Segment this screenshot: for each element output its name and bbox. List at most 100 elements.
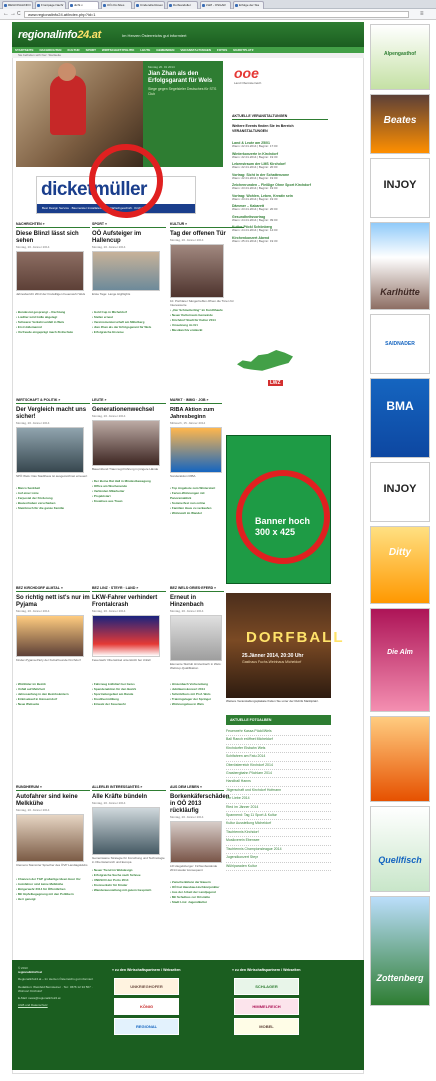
article-link[interactable]: Musikarchiv entdeckt [170,328,244,333]
article-image[interactable] [16,251,84,291]
article-image[interactable] [16,427,84,473]
browser-tab[interactable]: Cinderella Rosen [134,1,165,9]
article-title[interactable]: Borkenkäferschäden in OÖ 2013 rückläufig [170,794,229,815]
article-image[interactable] [92,615,160,657]
sidebar-ad[interactable]: SAIDNADER [370,314,430,374]
events-intro[interactable]: Weitere Events finden Sie im Bereich VER… [232,124,328,133]
event-item[interactable]: Kirchenkonzert Abend Wann: 25.01.2014 | B… [232,236,328,244]
partner-ad[interactable]: SCHLAGER [234,978,299,995]
hero-title[interactable]: Jian Zhan als den Erfolgsgarant für Wels [148,71,220,85]
album-link[interactable]: Kirchdorfer Eisbahn Wels [226,745,331,754]
album-link[interactable]: Tischtennis Kirchdorf [226,829,331,838]
dorfball-poster[interactable]: DORFBALL 25.Jänner 2014, 20:30 Uhr Gasth… [226,593,343,698]
column-heading[interactable]: BEZ KIRCHDORF ALMTAL » [16,586,90,592]
back-arrow-icon[interactable]: ← [3,11,9,17]
poster-note[interactable]: Weitere Veranstaltungsplakate finden Sie… [226,699,331,703]
partner-ad[interactable]: REGIONAL [114,1018,179,1035]
article-link[interactable]: Vorfreude eingeprägt mach Zivilschule [16,330,90,335]
column-heading[interactable]: NACHRICHTEN » [16,222,90,228]
article-image[interactable] [92,807,160,855]
event-item[interactable]: Winterkonzerte in Kirchdorf Wann: 22.01.2… [232,152,328,160]
album-link[interactable]: Jugendkonzert Steyr [226,854,331,863]
article-link[interactable]: Wohnungsbau in Wels [170,702,224,707]
article-title[interactable]: OÖ Aufsteiger im Hallencup [92,231,166,245]
sidebar-ad[interactable]: INJOY [370,462,430,522]
album-link[interactable]: Zur Liebe 2014 [226,795,331,804]
album-link[interactable]: Ried im Jänner 2014 [226,804,331,813]
event-item[interactable]: Vortrag: Wohlen, Leben, Kreativ sein Wann… [232,194,328,202]
article-link[interactable]: Ferien-Wohnungen mit Panoramablick [170,491,222,501]
album-link[interactable]: Ball Ranch eröffnet Micheldorf [226,736,331,745]
album-link[interactable]: Tischtennis Championsleague 2014 [226,846,331,855]
sidebar-ad[interactable]: Beates [370,94,430,154]
column-heading[interactable]: SPORT » [92,222,166,228]
article-title[interactable]: So richtig nett ist's nur im Pyjama [16,595,90,609]
event-item[interactable]: Dämmer – Kabarett Wann: 23.01.2014 | Begi… [232,204,328,212]
browser-tab[interactable]: Frontpage Nachr [35,1,66,9]
forward-arrow-icon[interactable]: → [10,11,16,17]
article-title[interactable]: Autofahrer sind keine Melkkühe [16,794,90,808]
article-link[interactable]: Herr geneigt [16,897,90,902]
column-heading[interactable]: MARKT · IMMO · JOB » [170,398,222,404]
event-item[interactable]: Kultur-Pöckl Schönberg Wann: 24.01.2014 |… [232,225,328,233]
article-title[interactable]: Alle Kräfte bündeln [92,794,166,801]
menu-icon[interactable]: ≡ [420,11,424,17]
event-item[interactable]: Lebenstraum der LMS Kirchdorf Wann: 22.01… [232,162,328,170]
site-logo[interactable]: regionalinfo24.at [18,29,101,41]
footer-impressum-link[interactable]: AGB und Datenschutz [18,1003,98,1007]
article-title[interactable]: Erneut in Hinzenbach [170,595,224,609]
sidebar-ad[interactable]: Karlhütte [370,222,430,310]
browser-tab[interactable]: Erfolge der Sta [233,1,264,9]
event-item[interactable]: Zeichenrunden – Fleißige Ohne Sport Kirc… [232,183,328,191]
album-link[interactable]: Musikverein Ebensee [226,837,331,846]
column-heading[interactable]: WIRTSCHAFT & POLITIK » [16,398,90,404]
column-heading[interactable]: ALLERLEI INTERESSANTES » [92,785,166,791]
column-heading[interactable]: LEUTE » [92,398,166,404]
column-heading[interactable]: AUS DEM LEBEN » [170,785,224,791]
article-image[interactable] [170,244,224,298]
album-link[interactable]: Feuerwehr Kassa Pöckl/Wels [226,728,331,737]
article-link[interactable]: Kreatives aus Traun [92,499,166,504]
event-item[interactable]: Vortrag: Sicht in der Schattenzone Wann: … [232,173,328,181]
article-link[interactable]: Wanderausstellung mit gutem Gespräch [92,888,166,893]
article-image[interactable] [92,420,160,466]
article-image[interactable] [16,814,84,862]
article-image[interactable] [170,615,222,661]
url-input[interactable]: www.regionalinfo24.at/index.php?id=1 [24,11,409,18]
browser-tab[interactable]: OÖ-Oö-Sites [101,1,132,9]
sidebar-ad[interactable]: Die Alm [370,608,430,712]
album-link[interactable]: Jägerschaft und Kirchdorf Hofmann [226,787,331,796]
album-link[interactable]: Oberösterreich Kirchdorf 2014 [226,762,331,771]
footer-email[interactable]: E-Mail: news@regionalinfo24.at [18,996,98,1000]
article-title[interactable]: Tag der offenen Tür [170,231,244,238]
article-link[interactable]: Erfolgreiche Eisreise [92,330,166,335]
event-item[interactable]: Gesundheitsvortrag Wann: 24.01.2014 | Beg… [232,215,328,223]
sidebar-ad[interactable]: Ditty [370,526,430,604]
sidebar-ad[interactable]: Zottenberg [370,896,430,1006]
browser-tab[interactable]: REGIONALINFO [2,1,33,9]
partner-ad[interactable]: HIMMELREICH [234,998,299,1015]
event-item[interactable]: Land & Leute am 25/01 Wann: 22.01.2014 | … [232,141,328,149]
article-link[interactable]: Neue Webseite [16,702,90,707]
partner-ad[interactable]: UNKRIEGHOFER [114,978,179,995]
column-heading[interactable]: KULTUR » [170,222,244,228]
article-title[interactable]: RIBA Aktion zum Jahresbeginn [170,407,222,421]
article-image[interactable] [170,821,222,863]
article-image[interactable] [170,427,222,473]
column-heading[interactable]: RUNDHERUM » [16,785,90,791]
album-link[interactable]: Kultur Ausstellung Micheldorf [226,820,331,829]
album-link[interactable]: Spannend: Tag 11 Sport & Kultur [226,812,331,821]
column-heading[interactable]: BEZ LINZ · STEYR · LAND » [92,586,166,592]
album-link[interactable]: Wühlparaden Kultur [226,863,331,871]
ooe-ad[interactable]: ooe Land Oberösterreich [232,64,298,86]
article-image[interactable] [16,615,84,657]
sidebar-ad[interactable]: Alpengasthof [370,24,430,90]
partner-ad[interactable]: KÖNIG [114,998,179,1015]
browser-tab-active[interactable]: dicht x [68,1,99,9]
austria-map-ad[interactable]: LWZ [232,346,300,390]
hero-teaser[interactable]: Montag 20. 01 2014 Jian Zhan als den Erf… [143,61,223,167]
partner-ad[interactable]: MOBEL [234,1018,299,1035]
article-link[interactable]: Steinbruch für die ganze Familie [16,506,90,511]
article-link[interactable]: Wohnwelt im Wandel [170,511,222,516]
sidebar-ad[interactable]: INJOY [370,158,430,218]
